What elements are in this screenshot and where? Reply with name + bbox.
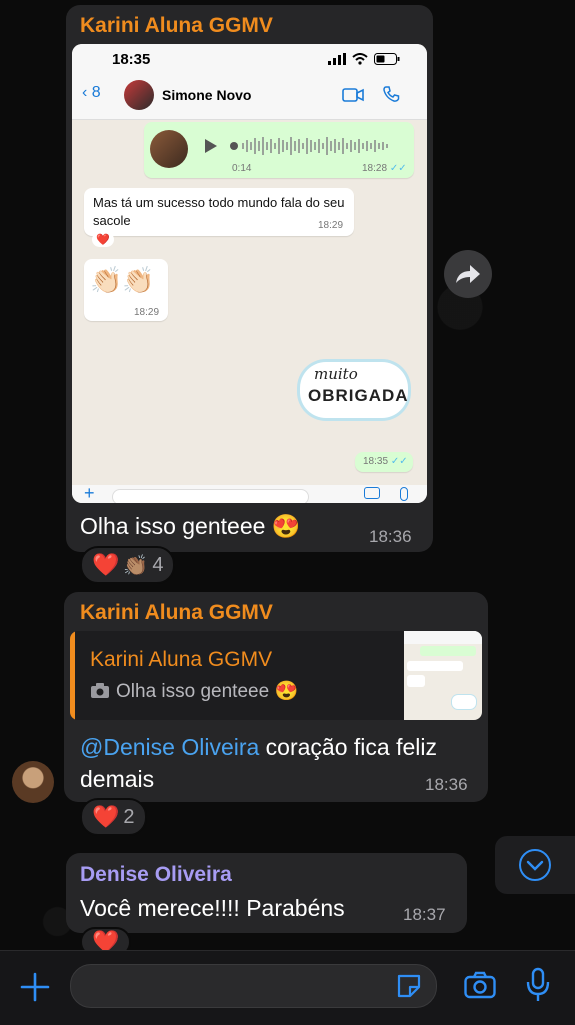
quote-line: Olha isso genteee 😍 [90, 679, 298, 703]
scroll-to-bottom-button[interactable] [495, 836, 575, 894]
message-text: Olha isso genteee 😍 [80, 513, 301, 539]
embedded-back-button: ‹ 8 [82, 84, 101, 102]
message-time: 18:36 [369, 527, 412, 546]
signal-icon [328, 53, 346, 65]
embedded-text: Mas tá um sucesso todo mundo fala do seu… [93, 195, 345, 228]
video-call-icon [342, 88, 364, 102]
embedded-input [112, 489, 309, 503]
embedded-voice-avatar [150, 130, 188, 168]
embedded-contact-name: Simone Novo [162, 87, 252, 103]
message-text: @Denise Oliveira coração fica feliz dema… [80, 731, 475, 795]
image-attachment[interactable]: 18:35 ‹ 8 Simone Novo 0:14 18:28 ✓✓ Mas … [72, 44, 427, 503]
battery-icon [374, 53, 400, 65]
message-bubble-image[interactable]: Karini Aluna GGMV 18:35 ‹ 8 Simone Novo [66, 5, 433, 552]
sender-name: Karini Aluna GGMV [80, 601, 273, 624]
play-icon [205, 139, 217, 153]
embedded-voice-duration: 0:14 [232, 163, 252, 174]
sticker-icon[interactable] [396, 973, 422, 999]
embedded-text-time: 18:29 [318, 220, 344, 231]
embedded-voice-time: 18:28 ✓✓ [362, 163, 407, 174]
embedded-sticker: muito OBRIGADA [300, 362, 408, 418]
sticker-text-top: muito [314, 365, 358, 383]
thumbnail-bubble [407, 675, 425, 687]
reaction-count: 4 [152, 553, 164, 576]
reaction-count: 2 [123, 805, 135, 828]
reaction-heart: ❤️ [92, 804, 120, 829]
thumbnail-bubble [407, 661, 463, 671]
sender-name: Karini Aluna GGMV [80, 14, 273, 37]
quote-accent-bar [70, 631, 75, 720]
reaction-clap: 👏🏽 [123, 554, 149, 577]
mention-link[interactable]: @Denise Oliveira [80, 734, 259, 760]
reaction-heart: ❤️ [92, 552, 120, 577]
microphone-icon[interactable] [526, 967, 550, 1003]
embedded-clap-message: 👏🏻👏🏻 18:29 [84, 259, 168, 321]
thumbnail-bubble [420, 646, 476, 656]
embedded-header: 18:35 ‹ 8 Simone Novo [72, 44, 427, 120]
message-text: Você merece!!!! Parabéns [80, 895, 345, 921]
embedded-mic-icon [400, 487, 408, 501]
embedded-sticker-time: 18:35 [363, 456, 389, 467]
embedded-clap-time: 18:29 [134, 307, 160, 318]
quote-thumbnail [404, 631, 482, 720]
thumbnail-sticker [452, 695, 476, 709]
message-input[interactable] [70, 964, 437, 1008]
quote-text: Olha isso genteee 😍 [116, 681, 299, 702]
sender-avatar[interactable] [12, 761, 54, 803]
message-time: 18:36 [425, 775, 468, 794]
camera-icon[interactable] [464, 971, 496, 999]
thumbnail-header [404, 631, 482, 644]
chevron-left-icon: ‹ [82, 84, 88, 101]
embedded-text-message: Mas tá um sucesso todo mundo fala do seu… [84, 188, 354, 236]
embedded-unread-count: 8 [91, 84, 101, 101]
reaction-summary[interactable]: ❤️ 2 [80, 798, 147, 836]
embedded-clap-emoji: 👏🏻👏🏻 [90, 265, 155, 295]
sticker-text-bottom: OBRIGADA [308, 386, 409, 405]
double-check-icon: ✓✓ [390, 456, 408, 467]
waveform [230, 137, 388, 155]
plus-icon[interactable] [20, 972, 50, 1002]
embedded-reaction: ❤️ [92, 232, 114, 247]
quoted-message[interactable]: Karini Aluna GGMV Olha isso genteee 😍 [70, 631, 482, 720]
embedded-camera-icon [364, 487, 380, 499]
embedded-status-time: 18:35 [112, 51, 151, 68]
forward-button[interactable] [444, 250, 492, 298]
message-time: 18:37 [403, 905, 446, 924]
sender-name: Denise Oliveira [80, 863, 232, 886]
embedded-voice-note: 0:14 18:28 ✓✓ [144, 122, 414, 178]
phone-icon [383, 86, 400, 102]
embedded-sticker-time-pill: 18:35 ✓✓ [355, 452, 413, 472]
embedded-avatar [124, 80, 154, 110]
forward-arrow-icon [456, 265, 480, 283]
embedded-plus-icon: + [84, 483, 95, 503]
composer-bar [0, 950, 575, 1025]
double-check-icon: ✓✓ [389, 163, 407, 174]
message-bubble-text[interactable]: Denise Oliveira Você merece!!!! Parabéns… [66, 853, 467, 933]
quote-sender: Karini Aluna GGMV [90, 648, 273, 671]
embedded-composer: + [72, 483, 427, 503]
wifi-icon [352, 53, 368, 65]
reaction-summary[interactable]: ❤️ 👏🏽 4 [80, 546, 176, 584]
camera-icon [91, 683, 109, 698]
chevron-down-circle-icon [519, 849, 551, 881]
